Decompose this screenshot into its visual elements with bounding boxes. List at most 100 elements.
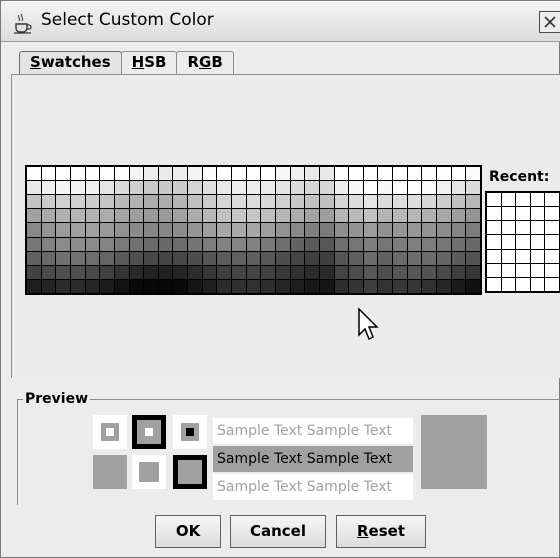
- swatch-cell[interactable]: [188, 265, 202, 279]
- swatch-cell[interactable]: [422, 237, 437, 251]
- swatch-cell[interactable]: [261, 265, 275, 279]
- swatch-cell[interactable]: [85, 181, 100, 195]
- swatch-cell[interactable]: [217, 265, 232, 279]
- recent-swatch-cell[interactable]: [545, 221, 559, 235]
- swatch-cell[interactable]: [188, 279, 202, 293]
- swatch-cell[interactable]: [378, 195, 393, 209]
- recent-swatch-cell[interactable]: [530, 277, 545, 291]
- swatch-cell[interactable]: [334, 223, 349, 237]
- swatch-cell[interactable]: [100, 279, 114, 293]
- swatch-cell[interactable]: [334, 167, 349, 181]
- swatch-cell[interactable]: [422, 265, 437, 279]
- swatch-cell[interactable]: [437, 265, 451, 279]
- swatch-cell[interactable]: [290, 167, 305, 181]
- swatch-cell[interactable]: [232, 209, 246, 223]
- swatch-cell[interactable]: [173, 237, 188, 251]
- swatch-cell[interactable]: [407, 181, 422, 195]
- swatch-cell[interactable]: [437, 223, 451, 237]
- swatch-cell[interactable]: [437, 237, 451, 251]
- recent-swatch-cell[interactable]: [501, 193, 516, 207]
- swatch-cell[interactable]: [27, 223, 41, 237]
- swatch-cell[interactable]: [437, 251, 451, 265]
- recent-swatch-grid[interactable]: [485, 191, 560, 293]
- swatch-cell[interactable]: [144, 237, 158, 251]
- swatch-cell[interactable]: [261, 209, 275, 223]
- swatch-cell[interactable]: [393, 223, 407, 237]
- swatch-cell[interactable]: [173, 209, 188, 223]
- recent-swatch-cell[interactable]: [501, 235, 516, 249]
- swatch-cell[interactable]: [275, 223, 290, 237]
- swatch-cell[interactable]: [422, 209, 437, 223]
- swatch-cell[interactable]: [217, 195, 232, 209]
- swatch-cell[interactable]: [202, 195, 217, 209]
- swatch-cell[interactable]: [85, 237, 100, 251]
- swatch-cell[interactable]: [466, 265, 480, 279]
- swatch-cell[interactable]: [319, 167, 334, 181]
- swatch-cell[interactable]: [158, 209, 173, 223]
- tab-hsb[interactable]: HSB: [120, 51, 178, 74]
- swatch-cell[interactable]: [41, 181, 56, 195]
- swatch-cell[interactable]: [261, 251, 275, 265]
- recent-swatch-cell[interactable]: [545, 193, 559, 207]
- swatch-cell[interactable]: [290, 265, 305, 279]
- swatch-cell[interactable]: [114, 223, 129, 237]
- swatch-cell[interactable]: [319, 181, 334, 195]
- swatch-cell[interactable]: [363, 209, 378, 223]
- swatch-cell[interactable]: [144, 195, 158, 209]
- swatch-cell[interactable]: [422, 195, 437, 209]
- swatch-cell[interactable]: [393, 265, 407, 279]
- swatch-cell[interactable]: [363, 167, 378, 181]
- recent-swatch-cell[interactable]: [501, 263, 516, 277]
- swatch-cell[interactable]: [319, 251, 334, 265]
- swatch-cell[interactable]: [129, 279, 144, 293]
- swatch-cell[interactable]: [144, 223, 158, 237]
- swatch-cell[interactable]: [100, 195, 114, 209]
- swatch-cell[interactable]: [261, 237, 275, 251]
- recent-swatch-cell[interactable]: [530, 207, 545, 221]
- title-bar[interactable]: Select Custom Color: [1, 1, 560, 42]
- swatch-cell[interactable]: [305, 209, 319, 223]
- swatch-cell[interactable]: [275, 195, 290, 209]
- swatch-cell[interactable]: [158, 181, 173, 195]
- swatch-cell[interactable]: [407, 265, 422, 279]
- swatch-cell[interactable]: [217, 251, 232, 265]
- swatch-cell[interactable]: [56, 265, 70, 279]
- swatch-cell[interactable]: [188, 237, 202, 251]
- swatch-cell[interactable]: [70, 181, 85, 195]
- swatch-cell[interactable]: [422, 279, 437, 293]
- swatch-cell[interactable]: [70, 167, 85, 181]
- swatch-cell[interactable]: [437, 209, 451, 223]
- recent-swatch-cell[interactable]: [545, 235, 559, 249]
- swatch-cell[interactable]: [114, 209, 129, 223]
- swatch-cell[interactable]: [232, 251, 246, 265]
- swatch-cell[interactable]: [290, 181, 305, 195]
- swatch-cell[interactable]: [144, 181, 158, 195]
- swatch-cell[interactable]: [305, 181, 319, 195]
- swatch-cell[interactable]: [363, 223, 378, 237]
- swatch-cell[interactable]: [129, 181, 144, 195]
- swatch-cell[interactable]: [246, 237, 261, 251]
- swatch-cell[interactable]: [114, 279, 129, 293]
- swatch-cell[interactable]: [27, 195, 41, 209]
- swatch-cell[interactable]: [232, 195, 246, 209]
- swatch-cell[interactable]: [349, 279, 363, 293]
- swatch-cell[interactable]: [41, 167, 56, 181]
- recent-swatch-cell[interactable]: [501, 221, 516, 235]
- swatch-cell[interactable]: [41, 265, 56, 279]
- swatch-cell[interactable]: [70, 251, 85, 265]
- swatch-cell[interactable]: [56, 279, 70, 293]
- recent-swatch-cell[interactable]: [487, 207, 501, 221]
- recent-swatch-cell[interactable]: [545, 277, 559, 291]
- swatch-cell[interactable]: [100, 167, 114, 181]
- swatch-cell[interactable]: [275, 209, 290, 223]
- recent-swatch-cell[interactable]: [530, 235, 545, 249]
- swatch-cell[interactable]: [290, 223, 305, 237]
- recent-swatch-cell[interactable]: [501, 249, 516, 263]
- tab-rgb[interactable]: RGB: [176, 51, 234, 74]
- swatch-cell[interactable]: [202, 209, 217, 223]
- recent-swatch-cell[interactable]: [487, 193, 501, 207]
- swatch-cell[interactable]: [466, 181, 480, 195]
- swatch-cell[interactable]: [290, 195, 305, 209]
- swatch-cell[interactable]: [393, 195, 407, 209]
- swatch-cell[interactable]: [305, 251, 319, 265]
